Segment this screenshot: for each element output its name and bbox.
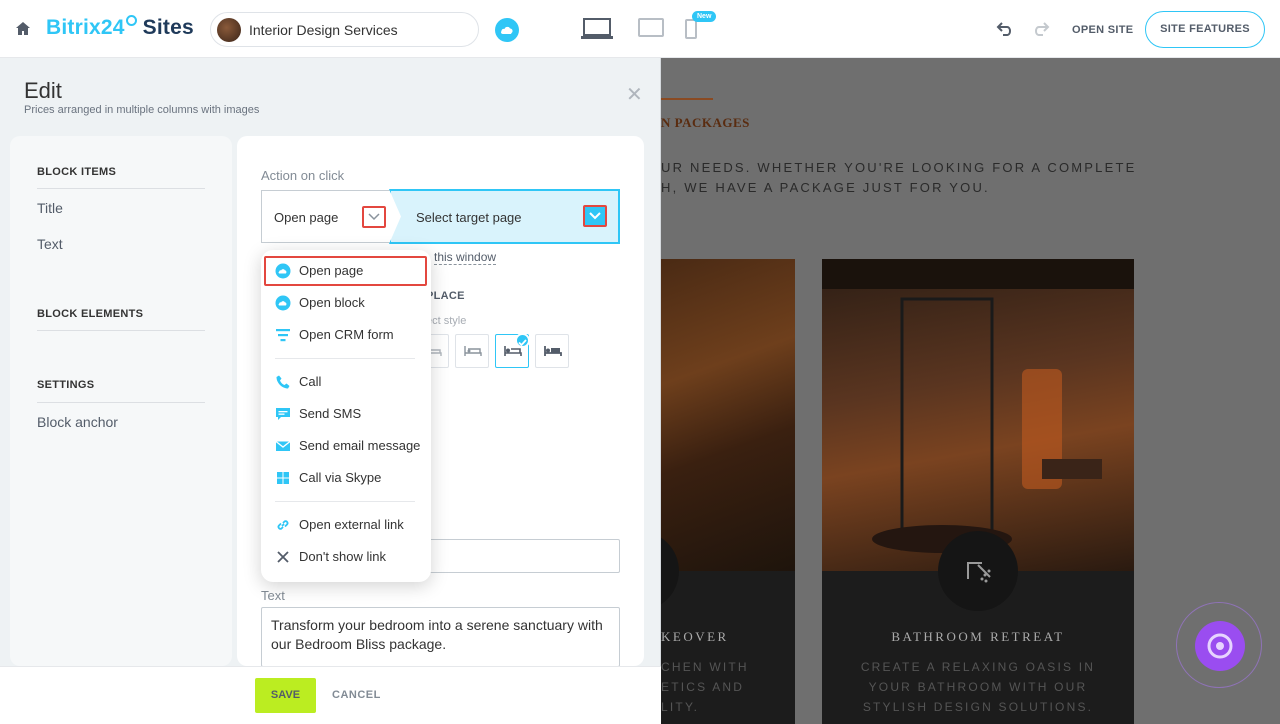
home-icon[interactable]	[14, 20, 32, 38]
bathroom-scene	[822, 259, 1134, 553]
menu-item-label: Open block	[299, 295, 365, 310]
menu-item-open-external-link[interactable]: Open external link	[261, 510, 431, 540]
bathroom-image	[822, 259, 1134, 571]
preview-intro-line1: UR NEEDS. WHETHER YOU'RE LOOKING FOR A C…	[661, 160, 1137, 175]
card-description: CHEN WITH ETICS AND LITY.	[661, 660, 749, 714]
logo-brand: Bitrix24	[46, 16, 125, 39]
text-textarea[interactable]: Transform your bedroom into a serene san…	[261, 607, 620, 667]
shower-icon-circle	[938, 531, 1018, 611]
site-name: Interior Design Services	[249, 22, 398, 38]
nav-head-block-elements: BLOCK ELEMENTS	[37, 308, 144, 320]
menu-item-label: Call via Skype	[299, 470, 382, 485]
assistant-icon	[1195, 621, 1245, 671]
chevron-down-icon[interactable]	[583, 205, 607, 227]
tablet-view-icon[interactable]	[638, 18, 664, 38]
menu-item-label: Call	[299, 374, 322, 389]
clock-icon	[125, 15, 137, 26]
menu-item-label: Open external link	[299, 517, 404, 532]
undo-icon[interactable]	[996, 21, 1014, 37]
menu-item-label: Send SMS	[299, 406, 362, 421]
action-select[interactable]: Open page	[261, 190, 391, 243]
check-icon	[515, 333, 530, 348]
action-dropdown-menu: Open page Open block Open CRM form Call …	[261, 250, 431, 582]
divider	[37, 402, 205, 403]
site-selector[interactable]: Interior Design Services	[210, 12, 479, 47]
site-features-button[interactable]: SITE FEATURES	[1145, 11, 1265, 48]
menu-item-label: Open CRM form	[299, 327, 394, 342]
card-title: BATHROOM RETREAT	[891, 629, 1065, 644]
menu-item-label: Open page	[299, 263, 364, 278]
open-in-window-link[interactable]: this window	[434, 250, 497, 265]
package-card-bathroom[interactable]: BATHROOM RETREAT CREATE A RELAXING OASIS…	[822, 259, 1134, 724]
action-label: Action on click	[261, 168, 345, 183]
email-icon	[275, 440, 291, 451]
menu-divider	[275, 358, 415, 359]
preview-heading: N PACKAGES	[661, 115, 750, 130]
cancel-button[interactable]: CANCEL	[332, 689, 381, 701]
bitrix-logo[interactable]: Bitrix24 Sites	[46, 15, 194, 40]
top-bar: Bitrix24 Sites Interior Design Services N…	[0, 0, 1280, 58]
redo-icon[interactable]	[1032, 21, 1050, 37]
nav-head-block-items: BLOCK ITEMS	[37, 166, 117, 178]
save-button[interactable]: SAVE	[255, 678, 316, 713]
edit-title: Edit	[24, 78, 62, 103]
menu-divider	[275, 501, 415, 502]
nav-item-text[interactable]: Text	[37, 236, 63, 252]
menu-item-dont-show-link[interactable]: Don't show link	[261, 542, 431, 572]
ai-assistant-button[interactable]	[1176, 602, 1262, 688]
menu-item-label: Send email message	[299, 438, 421, 453]
chevron-down-icon[interactable]	[362, 206, 386, 228]
desktop-view-icon[interactable]	[580, 18, 614, 40]
menu-item-open-block[interactable]: Open block	[261, 288, 431, 318]
card-description: CREATE A RELAXING OASIS IN YOUR BATHROOM…	[860, 660, 1096, 714]
target-select-value: Select target page	[416, 210, 522, 225]
cloud-icon[interactable]	[495, 18, 519, 42]
divider	[37, 188, 205, 189]
style-label: ect style	[426, 315, 467, 327]
text-label: Text	[261, 588, 285, 603]
kitchen-image	[661, 259, 795, 571]
editor-footer	[0, 666, 661, 724]
skype-icon	[277, 472, 289, 484]
menu-item-label: Don't show link	[299, 549, 387, 564]
link-icon	[277, 520, 289, 530]
site-thumbnail	[217, 18, 241, 42]
menu-item-open-crm-form[interactable]: Open CRM form	[261, 320, 431, 350]
menu-item-send-sms[interactable]: Send SMS	[261, 399, 431, 429]
cloud-page-icon	[275, 263, 291, 279]
nav-item-title[interactable]: Title	[37, 200, 63, 216]
action-select-value: Open page	[274, 210, 339, 225]
bed-outline-icon[interactable]	[455, 334, 489, 368]
target-page-select[interactable]: Select target page	[389, 189, 620, 244]
crm-form-icon	[276, 329, 290, 342]
edit-subtitle: Prices arranged in multiple columns with…	[24, 104, 260, 116]
package-card-kitchen[interactable]: KEOVER CHEN WITH ETICS AND LITY.	[661, 259, 795, 724]
bed-solid-icon[interactable]	[535, 334, 569, 368]
phone-icon	[276, 375, 290, 389]
cloud-block-icon	[275, 295, 291, 311]
logo-product: Sites	[142, 16, 194, 39]
nav-item-block-anchor[interactable]: Block anchor	[37, 414, 118, 430]
menu-item-call[interactable]: Call	[261, 367, 431, 397]
preview-intro-line2: H, WE HAVE A PACKAGE JUST FOR YOU.	[661, 180, 990, 195]
menu-item-open-page[interactable]: Open page	[264, 256, 427, 286]
close-icon	[277, 551, 289, 563]
menu-item-send-email[interactable]: Send email message	[261, 431, 431, 461]
heading-rule	[661, 98, 713, 100]
sms-icon	[276, 408, 290, 420]
new-badge: New	[692, 11, 717, 22]
card-title: KEOVER	[661, 629, 729, 644]
link-input[interactable]	[421, 539, 620, 573]
divider	[37, 330, 205, 331]
open-site-link[interactable]: OPEN SITE	[1072, 24, 1133, 36]
place-label: PLACE	[426, 290, 465, 302]
menu-item-call-via-skype[interactable]: Call via Skype	[261, 463, 431, 493]
close-icon[interactable]: ✕	[626, 82, 643, 107]
block-sidenav: BLOCK ITEMS Title Text BLOCK ELEMENTS SE…	[10, 136, 232, 666]
nav-head-settings: SETTINGS	[37, 379, 95, 391]
shower-icon	[967, 562, 991, 583]
